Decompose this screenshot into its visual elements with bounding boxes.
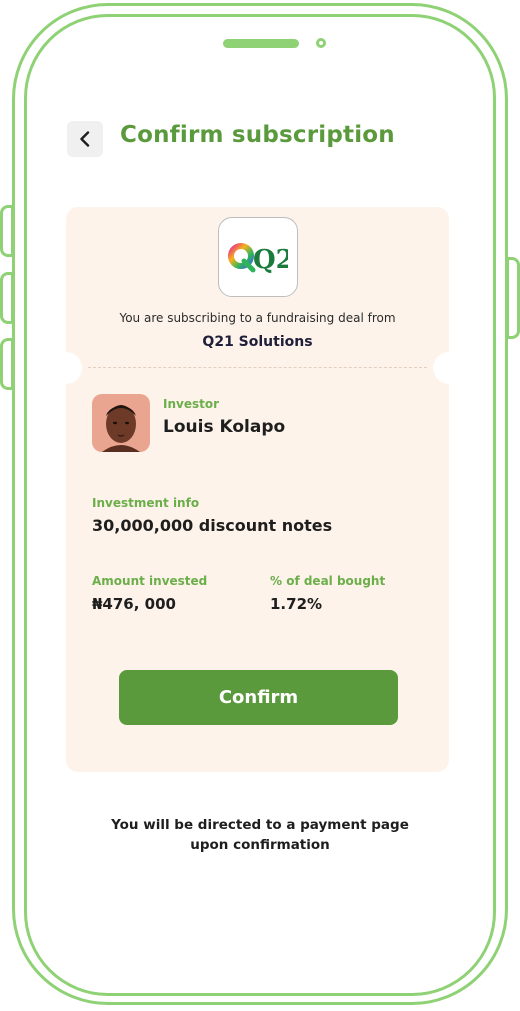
company-logo: Q21 (218, 217, 298, 297)
page-title: Confirm subscription (120, 122, 395, 148)
deal-percent-value: 1.72% (270, 595, 323, 613)
investment-info-label: Investment info (92, 496, 200, 510)
ticket-notch-right (433, 352, 465, 384)
amount-invested-value: ₦476, 000 (92, 595, 176, 613)
phone-camera (316, 38, 326, 48)
company-name: Q21 Solutions (202, 334, 313, 350)
investor-label: Investor (163, 397, 220, 411)
investment-info-value: 30,000,000 discount notes (92, 516, 333, 535)
logo-text: Q21 (253, 245, 288, 274)
deal-percent-label: % of deal bought (270, 574, 386, 588)
confirm-button[interactable]: Confirm (119, 670, 398, 725)
payment-redirect-note: You will be directed to a payment page u… (0, 815, 520, 855)
ticket-notch-left (50, 352, 82, 384)
footer-line-2: upon confirmation (190, 837, 330, 853)
back-button[interactable] (67, 121, 103, 157)
amount-invested-label: Amount invested (92, 574, 208, 588)
investor-avatar (92, 394, 150, 452)
subscription-card: Q21 You are subscribing to a fundraising… (50, 207, 465, 772)
investor-name: Louis Kolapo (163, 417, 286, 437)
deal-intro-text: You are subscribing to a fundraising dea… (119, 311, 396, 325)
footer-line-1: You will be directed to a payment page (111, 817, 409, 833)
phone-speaker (223, 39, 299, 48)
ticket-divider (88, 367, 427, 368)
power-button (506, 257, 520, 339)
chevron-left-icon (80, 131, 90, 147)
q21-logo-icon: Q21 (228, 243, 288, 274)
